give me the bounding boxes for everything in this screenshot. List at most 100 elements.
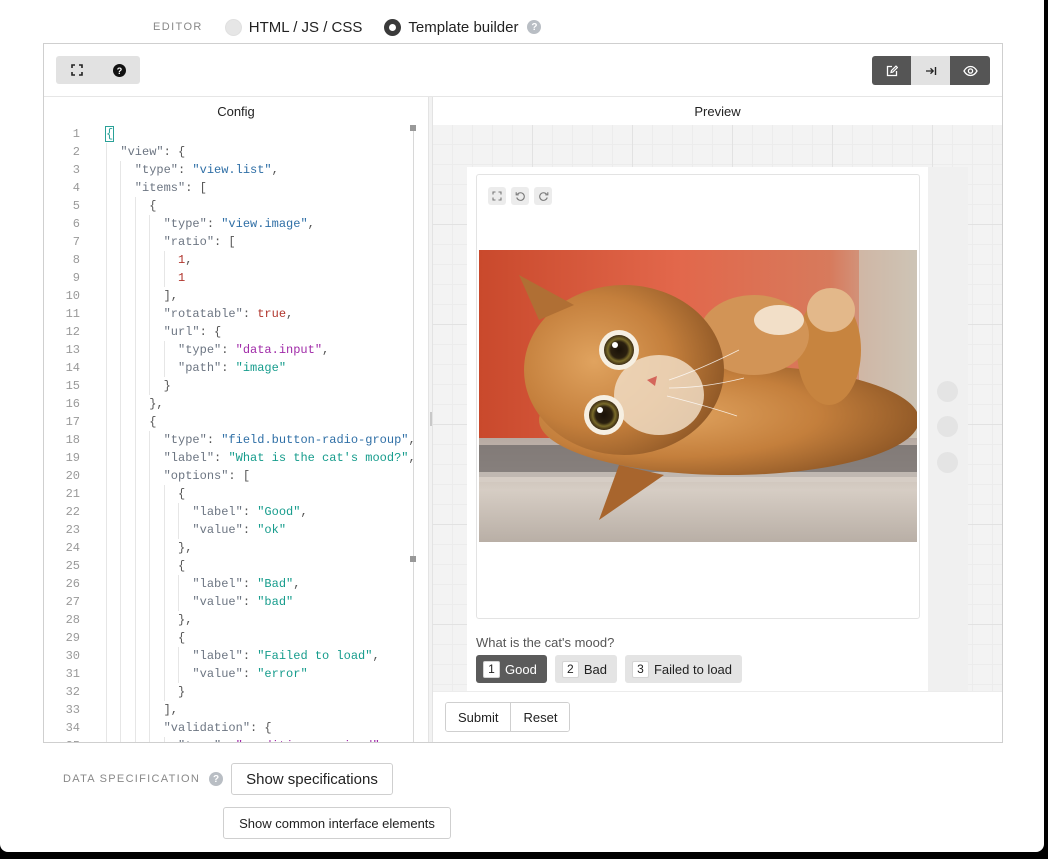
code-line[interactable]: 13 "type": "data.input",	[44, 341, 428, 359]
code-line[interactable]: 31 "value": "error"	[44, 665, 428, 683]
option-bad-button[interactable]: 2 Bad	[554, 655, 617, 683]
code-text: "type": "field.button-radio-group",	[106, 431, 416, 449]
fullscreen-button[interactable]	[56, 56, 98, 84]
code-line[interactable]: 12 "url": {	[44, 323, 428, 341]
code-text: },	[106, 395, 163, 413]
line-number: 9	[72, 271, 80, 285]
code-line[interactable]: 34 "validation": {	[44, 719, 428, 737]
code-line[interactable]: 4 "items": [	[44, 179, 428, 197]
preview-mode-button[interactable]	[950, 56, 990, 85]
code-line[interactable]: 18 "type": "field.button-radio-group",	[44, 431, 428, 449]
code-token: 1	[106, 271, 186, 285]
code-token: "data.input"	[235, 343, 323, 357]
code-token: "value"	[106, 523, 243, 537]
code-line[interactable]: 27 "value": "bad"	[44, 593, 428, 611]
code-text: "path": "image"	[106, 359, 286, 377]
code-text: "view": {	[106, 143, 185, 161]
option-good-button[interactable]: 1 Good	[476, 655, 547, 683]
code-line[interactable]: 9 1	[44, 269, 428, 287]
code-line[interactable]: 8 1,	[44, 251, 428, 269]
code-line[interactable]: 16 },	[44, 395, 428, 413]
scroll-mark	[410, 125, 416, 131]
line-number: 12	[65, 325, 80, 339]
code-token: "What is the cat's mood?"	[228, 451, 409, 465]
image-rotate-right-button[interactable]	[534, 187, 552, 205]
code-text: "value": "error"	[106, 665, 307, 683]
option-failed-button[interactable]: 3 Failed to load	[624, 655, 743, 683]
code-token: "view"	[106, 145, 164, 159]
code-text: "type": "view.list",	[106, 161, 279, 179]
line-number: 26	[65, 577, 80, 591]
code-line[interactable]: 7 "ratio": [	[44, 233, 428, 251]
code-token: "label"	[106, 451, 215, 465]
code-text: "label": "Bad",	[106, 575, 300, 593]
resize-grip-icon[interactable]	[430, 412, 432, 426]
help-icon[interactable]: ?	[209, 772, 224, 786]
code-line[interactable]: 3 "type": "view.list",	[44, 161, 428, 179]
code-token: ],	[106, 289, 179, 303]
code-line[interactable]: 33 ],	[44, 701, 428, 719]
code-line[interactable]: 11 "rotatable": true,	[44, 305, 428, 323]
line-number: 27	[65, 595, 80, 609]
code-token: "ratio"	[106, 235, 215, 249]
radio-selected-icon[interactable]	[384, 18, 402, 36]
submit-button[interactable]: Submit	[446, 703, 511, 731]
editor-mode-row: EDITOR HTML / JS / CSS Template builder …	[153, 14, 542, 40]
code-line[interactable]: 24 },	[44, 539, 428, 557]
line-number: 34	[65, 721, 80, 735]
code-token: "type"	[106, 217, 207, 231]
hotkey-badge: 3	[631, 660, 649, 678]
radio-template-builder-label: Template builder	[408, 18, 519, 36]
option-label: Failed to load	[653, 661, 733, 677]
code-line[interactable]: 21 {	[44, 485, 428, 503]
code-line[interactable]: 15 }	[44, 377, 428, 395]
code-line[interactable]: 6 "type": "view.image",	[44, 215, 428, 233]
data-specification-row: DATA SPECIFICATION ? Show specifications	[63, 763, 393, 795]
preview-panel-title: Preview	[694, 103, 741, 119]
code-line[interactable]: 20 "options": [	[44, 467, 428, 485]
side-dot	[937, 416, 958, 437]
editor-mode-label: EDITOR	[153, 21, 203, 33]
code-line[interactable]: 2 "view": {	[44, 143, 428, 161]
editor-frame: ? Config Preview 1 {2 "view": {3 "type…	[43, 43, 1003, 743]
split-view-button[interactable]	[911, 56, 950, 85]
line-number: 22	[65, 505, 80, 519]
code-text: "value": "ok"	[106, 521, 286, 539]
code-token: "label"	[106, 649, 243, 663]
code-line[interactable]: 1{	[44, 125, 428, 143]
code-text: }	[106, 683, 185, 701]
help-button[interactable]: ?	[98, 56, 140, 84]
side-dot	[937, 381, 958, 402]
code-line[interactable]: 29 {	[44, 629, 428, 647]
code-line[interactable]: 22 "label": "Good",	[44, 503, 428, 521]
image-fullscreen-button[interactable]	[488, 187, 506, 205]
line-number: 33	[65, 703, 80, 717]
line-number: 3	[72, 163, 80, 177]
editor-scrollbar[interactable]	[410, 125, 416, 742]
image-rotate-left-button[interactable]	[511, 187, 529, 205]
radio-unselected-icon[interactable]	[224, 18, 242, 36]
code-text: {	[104, 125, 115, 143]
code-text: "type": "data.input",	[106, 341, 329, 359]
code-line[interactable]: 14 "path": "image"	[44, 359, 428, 377]
code-line[interactable]: 35 "type": "condition.required"	[44, 737, 428, 742]
code-token: :	[242, 307, 258, 321]
code-line[interactable]: 25 {	[44, 557, 428, 575]
code-line[interactable]: 19 "label": "What is the cat's mood?",	[44, 449, 428, 467]
radio-template-builder[interactable]: Template builder	[384, 18, 519, 36]
radio-html-js-css[interactable]: HTML / JS / CSS	[224, 18, 362, 36]
code-line[interactable]: 10 ],	[44, 287, 428, 305]
reset-button[interactable]: Reset	[510, 703, 570, 731]
code-line[interactable]: 5 {	[44, 197, 428, 215]
code-line[interactable]: 26 "label": "Bad",	[44, 575, 428, 593]
code-line[interactable]: 32 }	[44, 683, 428, 701]
show-specifications-button[interactable]: Show specifications	[231, 763, 393, 795]
code-line[interactable]: 17 {	[44, 413, 428, 431]
edit-mode-button[interactable]	[872, 56, 911, 85]
code-line[interactable]: 23 "value": "ok"	[44, 521, 428, 539]
config-code-editor[interactable]: 1{2 "view": {3 "type": "view.list", 4 "it…	[44, 125, 428, 742]
show-common-elements-button[interactable]: Show common interface elements	[223, 807, 451, 839]
help-icon[interactable]: ?	[527, 20, 542, 34]
code-line[interactable]: 30 "label": "Failed to load",	[44, 647, 428, 665]
code-line[interactable]: 28 },	[44, 611, 428, 629]
